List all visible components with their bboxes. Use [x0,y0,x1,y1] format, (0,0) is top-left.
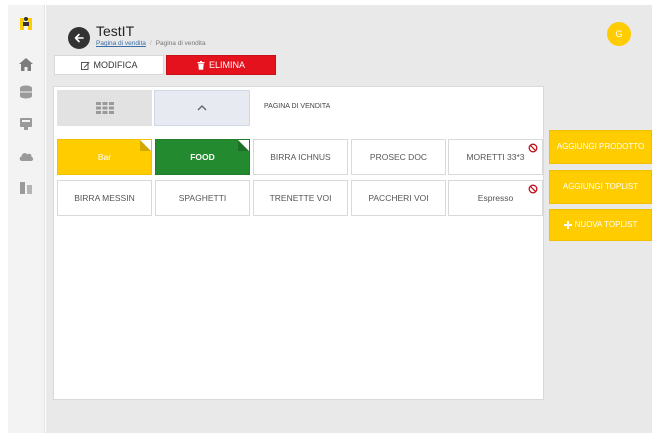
edit-icon [80,61,90,70]
page-label: PAGINA DI VENDITA [264,103,331,110]
tile-label: Espresso [477,193,514,203]
edit-button-label: MODIFICA [93,60,138,70]
avatar[interactable]: G [607,22,631,46]
tile-label: MORETTI 33*3 [466,152,525,162]
tile-birra-ichnus[interactable]: BIRRA ICHNUS [253,139,348,175]
back-button[interactable] [68,27,90,49]
delete-button[interactable]: ELIMINA [166,55,276,75]
ban-icon [528,143,538,153]
tile-paccheri-voi[interactable]: PACCHERI VOI [351,180,446,216]
logo-icon[interactable] [17,15,35,33]
tile-moretti[interactable]: MORETTI 33*3 [448,139,543,175]
register-icon[interactable] [17,115,35,133]
doors-icon[interactable] [17,179,35,197]
tile-label: SPAGHETTI [178,193,227,203]
page-title: TestIT [96,23,135,39]
tile-food[interactable]: FOOD [155,139,250,175]
new-toplist-label: NUOVA TOPLIST [574,219,638,229]
tile-label: BIRRA MESSIN [74,193,135,203]
ban-icon [528,184,538,194]
grid-icon [95,102,114,114]
add-product-label: AGGIUNGI PRODOTTO [556,141,645,151]
tile-label: PACCHERI VOI [368,193,429,203]
tile-spaghetti[interactable]: SPAGHETTI [155,180,250,216]
chevron-up-icon [197,105,207,111]
tile-prosec-doc[interactable]: PROSEC DOC [351,139,446,175]
trash-icon [197,60,205,70]
add-toplist-button[interactable]: AGGIUNGI TOPLIST [549,170,652,204]
breadcrumb-current: Pagina di vendita [155,40,206,47]
sales-page-panel: PAGINA DI VENDITA Bar FOOD BIRRA ICHNUS … [53,86,544,400]
tile-label: PROSEC DOC [369,152,428,162]
plus-icon [563,221,572,229]
add-product-button[interactable]: AGGIUNGI PRODOTTO [549,130,652,164]
tile-label: BIRRA ICHNUS [270,152,331,162]
breadcrumb-link[interactable]: Pagina di vendita [96,40,146,47]
cloud-icon[interactable] [17,147,35,165]
tile-label: FOOD [190,152,215,162]
tile-trenette-voi[interactable]: TRENETTE VOI [253,180,348,216]
grid-view-button[interactable] [57,90,152,126]
edit-button[interactable]: MODIFICA [54,55,164,75]
tile-bar[interactable]: Bar [57,139,152,175]
add-toplist-label: AGGIUNGI TOPLIST [562,181,639,191]
new-toplist-button[interactable]: NUOVA TOPLIST [549,209,652,241]
tile-label: TRENETTE VOI [269,193,332,203]
home-icon[interactable] [17,55,35,73]
tile-label: Bar [97,152,112,162]
tile-birra-messin[interactable]: BIRRA MESSIN [57,180,152,216]
database-icon[interactable] [17,83,35,101]
delete-button-label: ELIMINA [208,60,245,70]
breadcrumb: Pagina di vendita / Pagina di vendita [96,40,206,47]
go-up-button[interactable] [154,90,250,126]
app-window: TestIT Pagina di vendita / Pagina di vendi… [0,0,652,433]
tile-espresso[interactable]: Espresso [448,180,543,216]
breadcrumb-separator: / [149,40,152,47]
sidebar [8,5,45,433]
back-arrow-icon [74,33,84,43]
header: TestIT Pagina di vendita / Pagina di vendi… [46,5,652,53]
